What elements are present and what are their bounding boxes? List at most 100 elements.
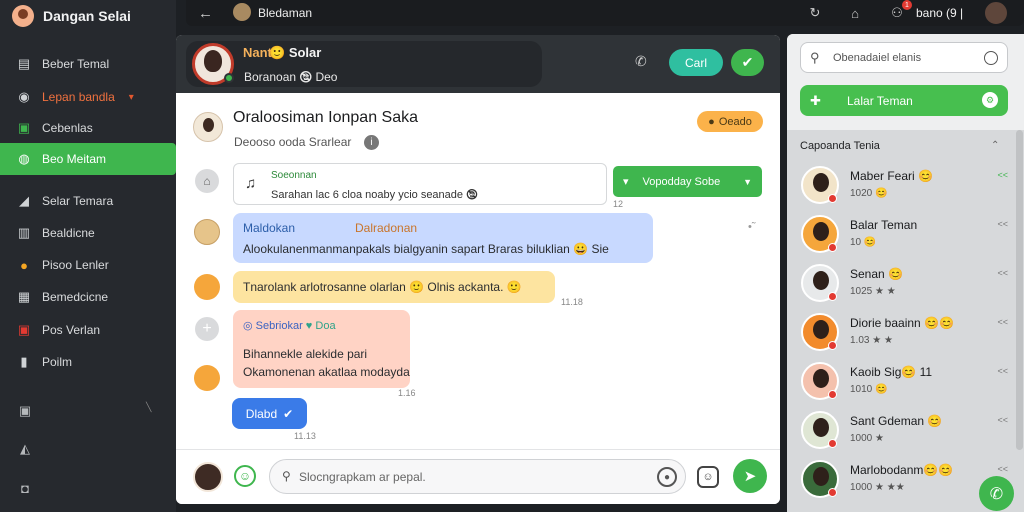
sidebar-item-3[interactable]: ◍ Beo Meitam <box>0 143 176 175</box>
message-avatar[interactable] <box>194 274 220 300</box>
add-icon[interactable]: + <box>195 317 219 341</box>
chat-panel: Nant 🙂 Solar Boranoan 🕲 Deo ✆ Carl ✔ Ora… <box>176 35 780 504</box>
chat-name: 🙂 Solar <box>269 45 322 60</box>
emoji-icon[interactable]: ☺ <box>234 465 256 487</box>
refresh-icon[interactable]: ↻ <box>806 4 824 22</box>
friend-item[interactable]: Diorie baainn 😊😊 1.03 ★ ★ << <box>800 311 1010 357</box>
lock-icon[interactable]: ▣ <box>17 403 33 419</box>
calendar-icon: ▦ <box>17 289 31 304</box>
friend-action[interactable]: << <box>997 415 1008 425</box>
sidebar-item-6[interactable]: ● Pisoo Lenler <box>0 249 176 281</box>
message-bubble[interactable]: Tnarolank arlotrosanne olarlan 🙂 Olnis a… <box>233 271 555 303</box>
video-icon: ▣ <box>17 322 31 337</box>
more-icon[interactable]: •˜ <box>748 221 756 233</box>
check-icon: ✔ <box>741 54 754 70</box>
filter-icon[interactable] <box>984 51 998 65</box>
sidebar-item-0[interactable]: ▤ Beber Temal <box>0 48 176 80</box>
friend-name: Sant Gdeman 😊 <box>850 414 943 428</box>
friends-panel-top: ⚲ Obenadaiel elanis ✚ Lalar Teman ⚙ <box>787 34 1024 130</box>
chevron-up-icon[interactable]: ⌃ <box>991 140 999 151</box>
info-icon[interactable]: i <box>364 135 379 150</box>
message-bubble[interactable]: Maldokan Dalradonan Alookulanenmanmanpak… <box>233 213 653 263</box>
edit-icon[interactable]: ◭ <box>17 441 33 457</box>
phone-icon: ✆ <box>989 485 1004 503</box>
chat-icon: ▣ <box>17 120 31 135</box>
sidebar-item-2[interactable]: ▣ Cebenlas <box>0 112 176 144</box>
message-bubble-own[interactable]: Dlabd ✔ <box>232 398 307 429</box>
friend-status: 1025 ★ ★ <box>850 286 896 297</box>
friend-item[interactable]: Sant Gdeman 😊 1000 ★ << <box>800 409 1010 455</box>
contact-avatar[interactable] <box>193 112 223 142</box>
friend-name: Diorie baainn 😊😊 <box>850 316 954 330</box>
add-friend-button[interactable]: ✚ Lalar Teman ⚙ <box>800 85 1008 116</box>
sidebar-item-9[interactable]: ▮ Poilm <box>0 346 176 378</box>
sun-icon: ● <box>20 257 28 273</box>
friend-search-input[interactable]: ⚲ Obenadaiel elanis <box>800 42 1008 73</box>
own-avatar[interactable] <box>193 462 223 492</box>
sidebar-item-5[interactable]: ▥ Bealdicne <box>0 217 176 249</box>
pinned-time: 12 <box>613 199 624 209</box>
contact-subtitle: Deooso ooda Srarlear <box>234 135 352 149</box>
friend-item[interactable]: Balar Teman 10 😊 << <box>800 213 1010 259</box>
bell-icon: ♫ <box>245 175 257 192</box>
message-sender-secondary: Dalradonan <box>355 221 418 235</box>
message-avatar[interactable] <box>194 365 220 391</box>
sidebar-item-4[interactable]: ◢ Selar Temara <box>0 185 176 217</box>
chevron-down-icon: ▾ <box>128 91 134 103</box>
scrollbar[interactable] <box>1016 130 1023 450</box>
message-bubble[interactable]: ◎ Sebriokar ♥ Doa Bihannekle alekide par… <box>233 310 410 388</box>
add-user-icon: ✚ <box>810 93 821 108</box>
friend-action[interactable]: << <box>997 366 1008 376</box>
read-check-icon: ✔ <box>283 406 294 421</box>
new-chat-button[interactable]: ✆ <box>979 476 1014 511</box>
friend-action[interactable]: << <box>997 317 1008 327</box>
brand[interactable]: Dangan Selai <box>12 4 131 28</box>
sidebar-item-1[interactable]: ◉ Lepan bandla ▾ <box>0 81 176 113</box>
friend-action[interactable]: << <box>997 464 1008 474</box>
message-text: Okamonenan akatlaa modayda <box>243 365 410 379</box>
sidebar-item-label: Poilm <box>42 355 73 369</box>
top-bar-title: Bledaman <box>258 6 313 20</box>
send-button[interactable]: ➤ <box>733 459 767 493</box>
pinned-message[interactable]: ♫ Soeonnan Sarahan lac 6 cloa noaby ycio… <box>233 163 626 205</box>
friend-action[interactable]: << <box>997 170 1008 180</box>
check-button[interactable]: ✔ <box>731 49 764 76</box>
brand-logo <box>12 5 34 27</box>
add-friend-label: Lalar Teman <box>847 94 913 108</box>
notification-badge: 1 <box>902 0 912 10</box>
user-icon: ◉ <box>18 89 30 104</box>
dropdown-label: Vopodday Sobe <box>642 175 721 188</box>
chat-status: Boranoan 🕲 Deo <box>244 70 338 84</box>
sidebar-item-7[interactable]: ▦ Bemedcicne <box>0 281 176 313</box>
message-sender: ◎ Sebriokar ♥ Doa <box>243 320 336 332</box>
sidebar-item-8[interactable]: ▣ Pos Verlan <box>0 314 176 346</box>
friend-item[interactable]: Maber Feari 😊 1020 😊 << <box>800 164 1010 210</box>
search-placeholder: Obenadaiel elanis <box>833 52 922 64</box>
dropdown-button[interactable]: ▾ Vopodday Sobe ▼ <box>613 166 762 197</box>
message-sender: Maldokan <box>243 221 296 235</box>
message-text: Alookulanenmanmanpakals bialgyanin sapar… <box>243 242 609 256</box>
friend-item[interactable]: Senan 😊 1025 ★ ★ << <box>800 262 1010 308</box>
friend-action[interactable]: << <box>997 219 1008 229</box>
pin-icon[interactable]: ⌂ <box>195 169 219 193</box>
friend-name: Balar Teman <box>850 218 918 232</box>
message-avatar[interactable] <box>194 219 220 245</box>
contact-tag[interactable]: ● Oeado <box>697 111 763 132</box>
top-bar: ← Bledaman ↻ ⌂ ⚇ 1 bano (9 | <box>186 0 1024 26</box>
call-button[interactable]: Carl <box>669 49 723 76</box>
message-input[interactable]: ⚲ Slocngrapkam ar pepal. ● <box>269 459 686 494</box>
sticker-icon[interactable]: ☺ <box>697 466 719 488</box>
mic-icon[interactable]: ● <box>657 467 677 487</box>
message-time: 1.16 <box>398 388 416 398</box>
send-icon: ➤ <box>743 468 757 485</box>
phone-icon[interactable]: ✆ <box>635 53 647 70</box>
chat-avatar <box>233 3 251 21</box>
home-icon[interactable]: ⌂ <box>846 4 864 22</box>
friend-action[interactable]: << <box>997 268 1008 278</box>
back-arrow-icon[interactable]: ← <box>198 5 213 22</box>
user-label[interactable]: bano (9 | <box>916 6 963 20</box>
friend-item[interactable]: Kaoib Sig😊 11 1010 😊 << <box>800 360 1010 406</box>
profile-avatar[interactable] <box>983 0 1009 26</box>
message-time: 11.13 <box>294 431 316 441</box>
camera-icon[interactable]: ◘ <box>17 480 33 496</box>
